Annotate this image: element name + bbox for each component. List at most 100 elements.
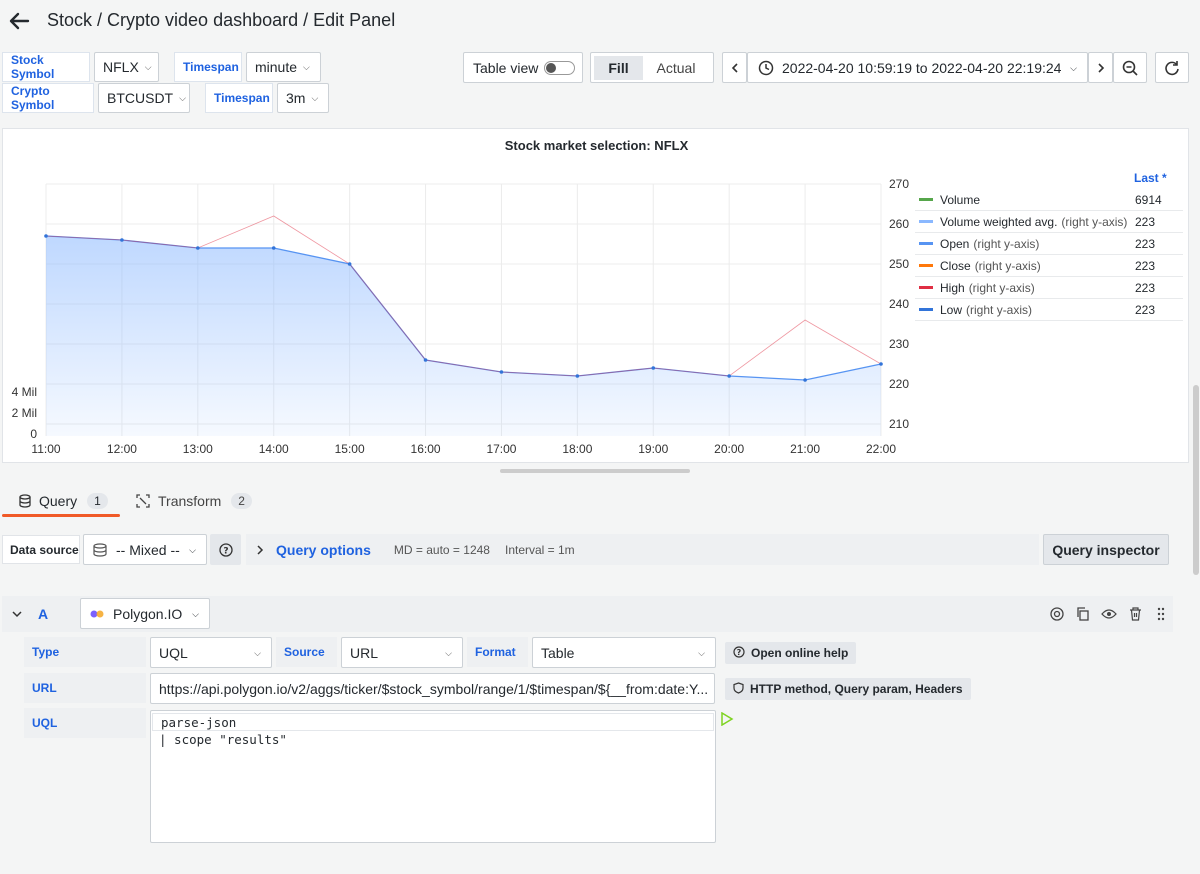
query-a-datasource-select[interactable]: Polygon.IO ⌵	[80, 598, 210, 629]
data-point	[651, 366, 656, 370]
legend-name: Volume	[940, 192, 981, 207]
format-select[interactable]: Table ⌵	[532, 637, 716, 668]
data-point	[575, 374, 580, 378]
actual-button[interactable]: Actual	[643, 56, 709, 80]
legend-name: Close	[940, 258, 971, 273]
datasource-select[interactable]: -- Mixed -- ⌵	[83, 534, 207, 565]
query-a-actions	[1049, 606, 1169, 622]
time-back-button[interactable]	[722, 52, 747, 83]
stock-symbol-select[interactable]: NFLX ⌵	[94, 52, 159, 82]
source-label: Source	[276, 637, 337, 667]
chevron-down-icon[interactable]	[12, 610, 22, 618]
legend-axis: (right y-axis)	[968, 280, 1035, 295]
tab-transform[interactable]: Transform 2	[136, 486, 252, 516]
legend-item[interactable]: Volume weighted avg. (right y-axis) 223	[915, 211, 1183, 233]
url-input[interactable]: https://api.polygon.io/v2/aggs/ticker/$s…	[150, 673, 715, 704]
data-point	[423, 358, 428, 362]
tab-transform-count: 2	[231, 493, 252, 509]
time-range-text: 2022-04-20 10:59:19 to 2022-04-20 22:19:…	[782, 59, 1062, 76]
arrow-left-icon[interactable]	[8, 10, 30, 32]
crypto-symbol-select[interactable]: BTCUSDT ⌵	[98, 83, 190, 113]
x-tick-label: 16:00	[411, 442, 441, 456]
x-tick-label: 12:00	[107, 442, 137, 456]
duplicate-icon[interactable]	[1075, 606, 1091, 622]
legend-item[interactable]: Volume 6914	[915, 189, 1183, 211]
x-tick-label: 18:00	[562, 442, 592, 456]
trash-icon[interactable]	[1127, 606, 1143, 622]
table-view-control: Table view	[463, 52, 583, 83]
drag-handle-icon[interactable]	[1153, 606, 1169, 622]
datasource-label: Data source	[2, 535, 80, 564]
chevron-down-icon: ⌵	[1070, 63, 1077, 73]
query-a-header: A Polygon.IO ⌵	[2, 596, 1173, 632]
legend-last-header[interactable]: Last *	[1134, 171, 1167, 185]
type-select[interactable]: UQL ⌵	[150, 637, 272, 668]
play-icon[interactable]	[720, 711, 734, 729]
query-options-toggle[interactable]: Query options	[276, 542, 371, 558]
http-options-label: HTTP method, Query param, Headers	[750, 682, 963, 696]
panel-resize-handle[interactable]	[500, 469, 690, 473]
time-forward-button[interactable]	[1088, 52, 1113, 83]
transform-icon	[136, 494, 150, 508]
legend-item[interactable]: Close (right y-axis) 223	[915, 255, 1183, 277]
x-tick-label: 22:00	[866, 442, 896, 456]
eye-icon[interactable]	[1101, 606, 1117, 622]
query-help-icon[interactable]	[1049, 606, 1065, 622]
uql-editor[interactable]: parse-json | scope "results"	[150, 710, 716, 843]
legend-name: Low	[940, 302, 963, 317]
variable-label-stock-symbol: Stock Symbol	[2, 52, 90, 82]
legend-name: Open	[940, 236, 970, 251]
database-icon	[19, 494, 31, 508]
x-tick-label: 13:00	[183, 442, 213, 456]
legend-value: 223	[1135, 258, 1156, 273]
query-letter[interactable]: A	[38, 606, 48, 622]
format-label: Format	[467, 637, 528, 667]
uql-label: UQL	[24, 708, 146, 738]
chevron-down-icon: ⌵	[144, 61, 152, 72]
chevron-down-icon: ⌵	[189, 545, 196, 555]
shield-icon	[733, 681, 744, 697]
open-online-help-label: Open online help	[751, 646, 849, 660]
source-select[interactable]: URL ⌵	[341, 637, 463, 668]
legend-swatch	[919, 286, 933, 289]
refresh-button[interactable]	[1155, 52, 1189, 83]
datasource-help-button[interactable]: ?	[210, 534, 241, 565]
scrollbar[interactable]	[1193, 385, 1199, 575]
legend-item[interactable]: High (right y-axis) 223	[915, 277, 1183, 299]
legend-swatch	[919, 242, 933, 245]
fill-button[interactable]: Fill	[594, 55, 643, 80]
header: Stock / Crypto video dashboard / Edit Pa…	[0, 0, 1200, 44]
http-options-button[interactable]: HTTP method, Query param, Headers	[725, 678, 971, 700]
crypto-timespan-select[interactable]: 3m ⌵	[277, 83, 329, 113]
svg-text:?: ?	[223, 546, 228, 556]
query-a-datasource-value: Polygon.IO	[113, 605, 183, 622]
legend-item[interactable]: Open (right y-axis) 223	[915, 233, 1183, 255]
variable-label-crypto-symbol: Crypto Symbol	[2, 83, 94, 113]
uql-line: parse-json	[152, 713, 714, 731]
url-label: URL	[24, 673, 146, 703]
x-tick-label: 20:00	[714, 442, 744, 456]
query-inspector-button[interactable]: Query inspector	[1043, 534, 1169, 565]
chevron-down-icon: ⌵	[192, 609, 199, 619]
zoom-out-button[interactable]	[1113, 52, 1147, 83]
table-view-toggle[interactable]	[544, 61, 575, 75]
chevron-right-icon	[257, 544, 264, 555]
zoom-out-icon	[1122, 60, 1138, 76]
database-icon	[93, 542, 107, 557]
format-value: Table	[541, 644, 575, 661]
tab-query-label: Query	[39, 493, 78, 509]
max-data-points: MD = auto = 1248	[393, 542, 490, 557]
tab-query[interactable]: Query 1	[18, 486, 108, 516]
legend-item[interactable]: Low (right y-axis) 223	[915, 299, 1183, 321]
open-online-help-button[interactable]: ? Open online help	[725, 642, 857, 664]
timespan-select[interactable]: minute ⌵	[246, 52, 321, 82]
uql-line: | scope "results"	[159, 732, 287, 747]
time-range-picker[interactable]: 2022-04-20 10:59:19 to 2022-04-20 22:19:…	[747, 52, 1088, 83]
chevron-down-icon: ⌵	[303, 61, 310, 72]
legend-swatch	[919, 264, 933, 267]
question-circle-icon: ?	[218, 542, 233, 557]
type-value: UQL	[159, 644, 188, 661]
data-point	[727, 374, 731, 378]
legend-value: 6914	[1135, 192, 1162, 207]
chevron-down-icon: ⌵	[445, 648, 452, 658]
